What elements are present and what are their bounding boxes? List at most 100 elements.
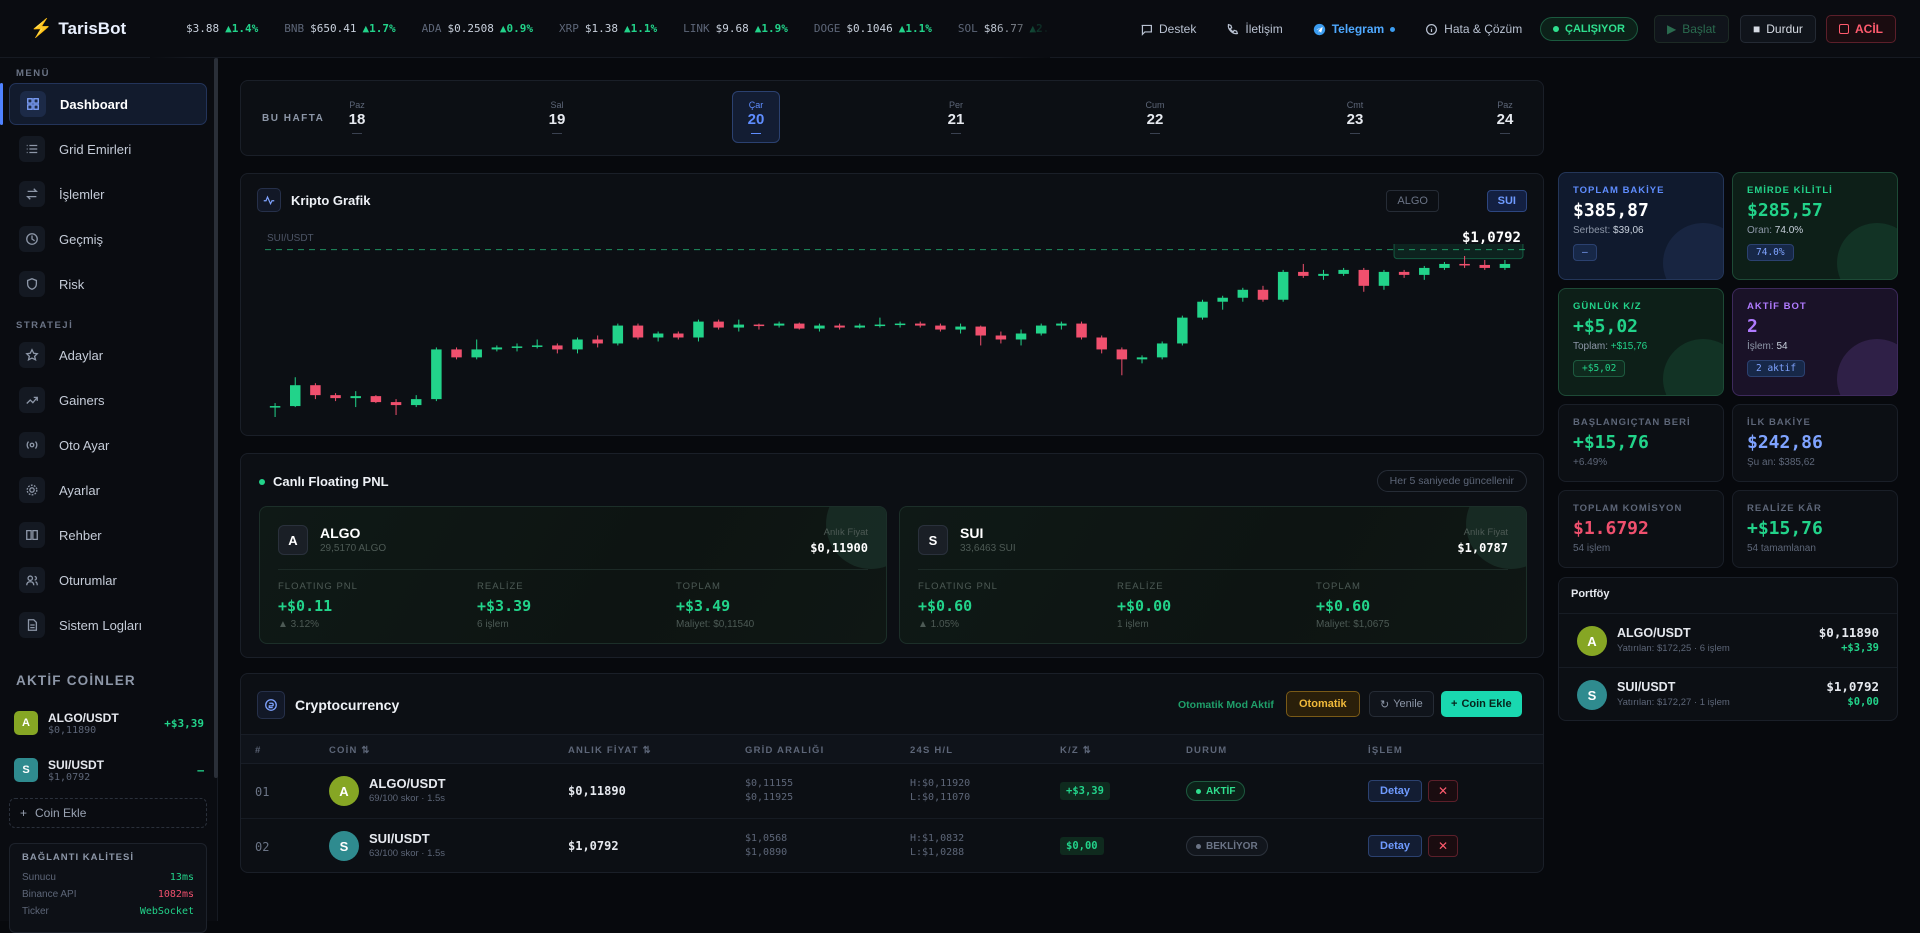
candlestick-chart[interactable]: [251, 244, 1535, 429]
candle: [1298, 263, 1309, 278]
delete-button[interactable]: ✕: [1428, 780, 1458, 802]
total-pnl: TOPLAM +$3.49 Maliyet: $0,11540: [676, 581, 755, 630]
stat-locked-in-orders: EMİRDE KİLİTLİ $285,57 Oran: 74.0% 74.0%: [1732, 172, 1898, 280]
candle: [673, 331, 684, 340]
plus-icon: +: [20, 806, 28, 820]
candle: [632, 323, 644, 340]
brand-logo[interactable]: ⚡ TarisBot: [0, 18, 150, 39]
candle: [612, 323, 624, 346]
refresh-button[interactable]: ↻ Yenile: [1369, 691, 1434, 717]
floating-pnl-panel: Canlı Floating PNL Her 5 saniyede güncel…: [240, 453, 1544, 658]
sortable-header[interactable]: K/Z ⇅: [1060, 745, 1092, 756]
candle: [330, 393, 341, 402]
candle: [713, 319, 724, 330]
sidebar-item-adaylar[interactable]: Adaylar: [9, 334, 207, 376]
ticker-item: DOGE $0.1046 ▲1.1%: [813, 22, 932, 35]
candle: [431, 347, 442, 402]
portfolio-row[interactable]: S SUI/USDT Yatırılan: $172,27 · 1 işlem …: [1559, 667, 1897, 721]
top-nav: Destek İletişim Telegram Hata & Çözüm: [1140, 0, 1522, 58]
week-label: BU HAFTA: [262, 113, 325, 124]
sidebar-item-risk[interactable]: Risk: [9, 263, 207, 305]
candle: [693, 319, 704, 342]
candle: [1358, 267, 1370, 292]
chart-tab-algo[interactable]: ALGO: [1386, 190, 1439, 212]
auto-mode-button[interactable]: Otomatik: [1286, 691, 1360, 717]
pnl-card-sui[interactable]: S SUI 33,6463 SUI Anlık Fiyat $1,0787 FL…: [899, 506, 1527, 644]
sidebar-item-ayarlar[interactable]: Ayarlar: [9, 469, 207, 511]
candle: [733, 319, 745, 332]
portfolio-row[interactable]: A ALGO/USDT Yatırılan: $172,25 · 6 işlem…: [1559, 613, 1897, 667]
stat-daily-pnl: GÜNLÜK K/Z +$5,02 Toplam: +$15,76 +$5,02: [1558, 288, 1724, 396]
refresh-icon: ↻: [1380, 698, 1390, 711]
active-coin-algo[interactable]: A ALGO/USDT $0,11890 +$3,39: [14, 705, 204, 741]
status-badge: BEKLİYOR: [1186, 836, 1268, 856]
crypto-title: Cryptocurrency: [257, 691, 399, 719]
candle: [1056, 321, 1067, 330]
detail-button[interactable]: Detay: [1368, 780, 1422, 802]
candle: [471, 339, 482, 360]
nav-hata-cozum[interactable]: Hata & Çözüm: [1425, 22, 1522, 36]
emergency-button[interactable]: ACİL: [1826, 15, 1896, 43]
sidebar-item-grid-emirleri[interactable]: Grid Emirleri: [9, 128, 207, 170]
day-cell[interactable]: Paz 24: [1481, 91, 1529, 143]
sidebar-item-islemler[interactable]: İşlemler: [9, 173, 207, 215]
alert-icon: [1839, 24, 1849, 34]
live-dot: [259, 478, 265, 485]
candle: [1318, 269, 1329, 280]
nav-iletisim[interactable]: İletişim: [1226, 22, 1283, 36]
pnl-card-algo[interactable]: A ALGO 29,5170 ALGO Anlık Fiyat $0,11900…: [259, 506, 887, 644]
sidebar-item-sistem-loglari[interactable]: Sistem Logları: [9, 604, 207, 646]
day-cell[interactable]: Cmt 23: [1331, 91, 1379, 143]
day-cell-today[interactable]: Çar 20: [732, 91, 780, 143]
realize-pnl: REALİZE +$0.00 1 işlem: [1117, 581, 1172, 630]
ticker-item: BNB $650.41 ▲1.7%: [284, 22, 396, 35]
week-strip: BU HAFTA Paz 18 Sal 19 Çar 20 Per 21 Cum 22 C…: [240, 80, 1544, 156]
sidebar-item-gecmis[interactable]: Geçmiş: [9, 218, 207, 260]
candle: [1499, 259, 1511, 270]
day-cell[interactable]: Cum 22: [1131, 91, 1179, 143]
sidebar-item-oturumlar[interactable]: Oturumlar: [9, 559, 207, 601]
nav-telegram[interactable]: Telegram: [1313, 22, 1396, 36]
candle: [1237, 287, 1249, 302]
day-cell[interactable]: Sal 19: [533, 91, 581, 143]
sidebar-item-gainers[interactable]: Gainers: [9, 379, 207, 421]
add-coin-button[interactable]: + Coin Ekle: [9, 798, 207, 828]
radio-icon: [19, 432, 45, 458]
info-icon: [1426, 23, 1438, 35]
active-coin-sui[interactable]: S SUI/USDT $1,0792 –: [14, 752, 204, 788]
delete-button[interactable]: ✕: [1428, 835, 1458, 857]
activity-icon: [257, 188, 281, 212]
stat-since-start: BAŞLANGIÇTAN BERİ +$15,76 +6.49%: [1558, 404, 1724, 482]
day-cell[interactable]: Paz 18: [333, 91, 381, 143]
sidebar-item-rehber[interactable]: Rehber: [9, 514, 207, 556]
connection-quality-panel: BAĞLANTI KALİTESİ Sunucu 13ms Binance API…: [9, 843, 207, 933]
cryptocurrency-panel: Cryptocurrency Otomatik Mod Aktif Otomat…: [240, 673, 1544, 873]
day-cell[interactable]: Per 21: [932, 91, 980, 143]
candle: [773, 321, 785, 328]
nav-destek[interactable]: Destek: [1140, 22, 1196, 36]
table-row[interactable]: 01 A ALGO/USDT 69/100 skor · 1.5s $0,1189…: [241, 765, 1543, 819]
sidebar-item-dashboard[interactable]: Dashboard: [9, 83, 207, 125]
candle: [935, 323, 946, 332]
candle: [753, 323, 765, 330]
start-button[interactable]: ▶ Başlat: [1654, 15, 1729, 43]
candle: [894, 321, 906, 328]
document-icon: [19, 612, 45, 638]
chart-tab-sui[interactable]: SUI: [1486, 190, 1527, 212]
candle: [1076, 321, 1087, 340]
sortable-header[interactable]: COİN ⇅: [329, 745, 371, 756]
candle: [1439, 261, 1450, 270]
candle: [995, 331, 1007, 344]
close-icon: ✕: [1437, 784, 1449, 798]
table-row[interactable]: 02 S SUI/USDT 63/100 skor · 1.5s $1,0792 …: [241, 820, 1543, 874]
sortable-header[interactable]: ANLIK FİYAT ⇅: [568, 745, 652, 756]
add-coin-table-button[interactable]: + Coin Ekle: [1441, 691, 1522, 717]
realize-pnl: REALİZE +$3.39 6 işlem: [477, 581, 532, 630]
candle: [1257, 285, 1269, 302]
candle: [451, 347, 462, 360]
candle: [1338, 267, 1349, 276]
stop-button[interactable]: ■ Durdur: [1740, 15, 1816, 43]
sidebar-item-oto-ayar[interactable]: Oto Ayar: [9, 424, 207, 466]
detail-button[interactable]: Detay: [1368, 835, 1422, 857]
sidebar-scrollbar[interactable]: [214, 58, 218, 778]
